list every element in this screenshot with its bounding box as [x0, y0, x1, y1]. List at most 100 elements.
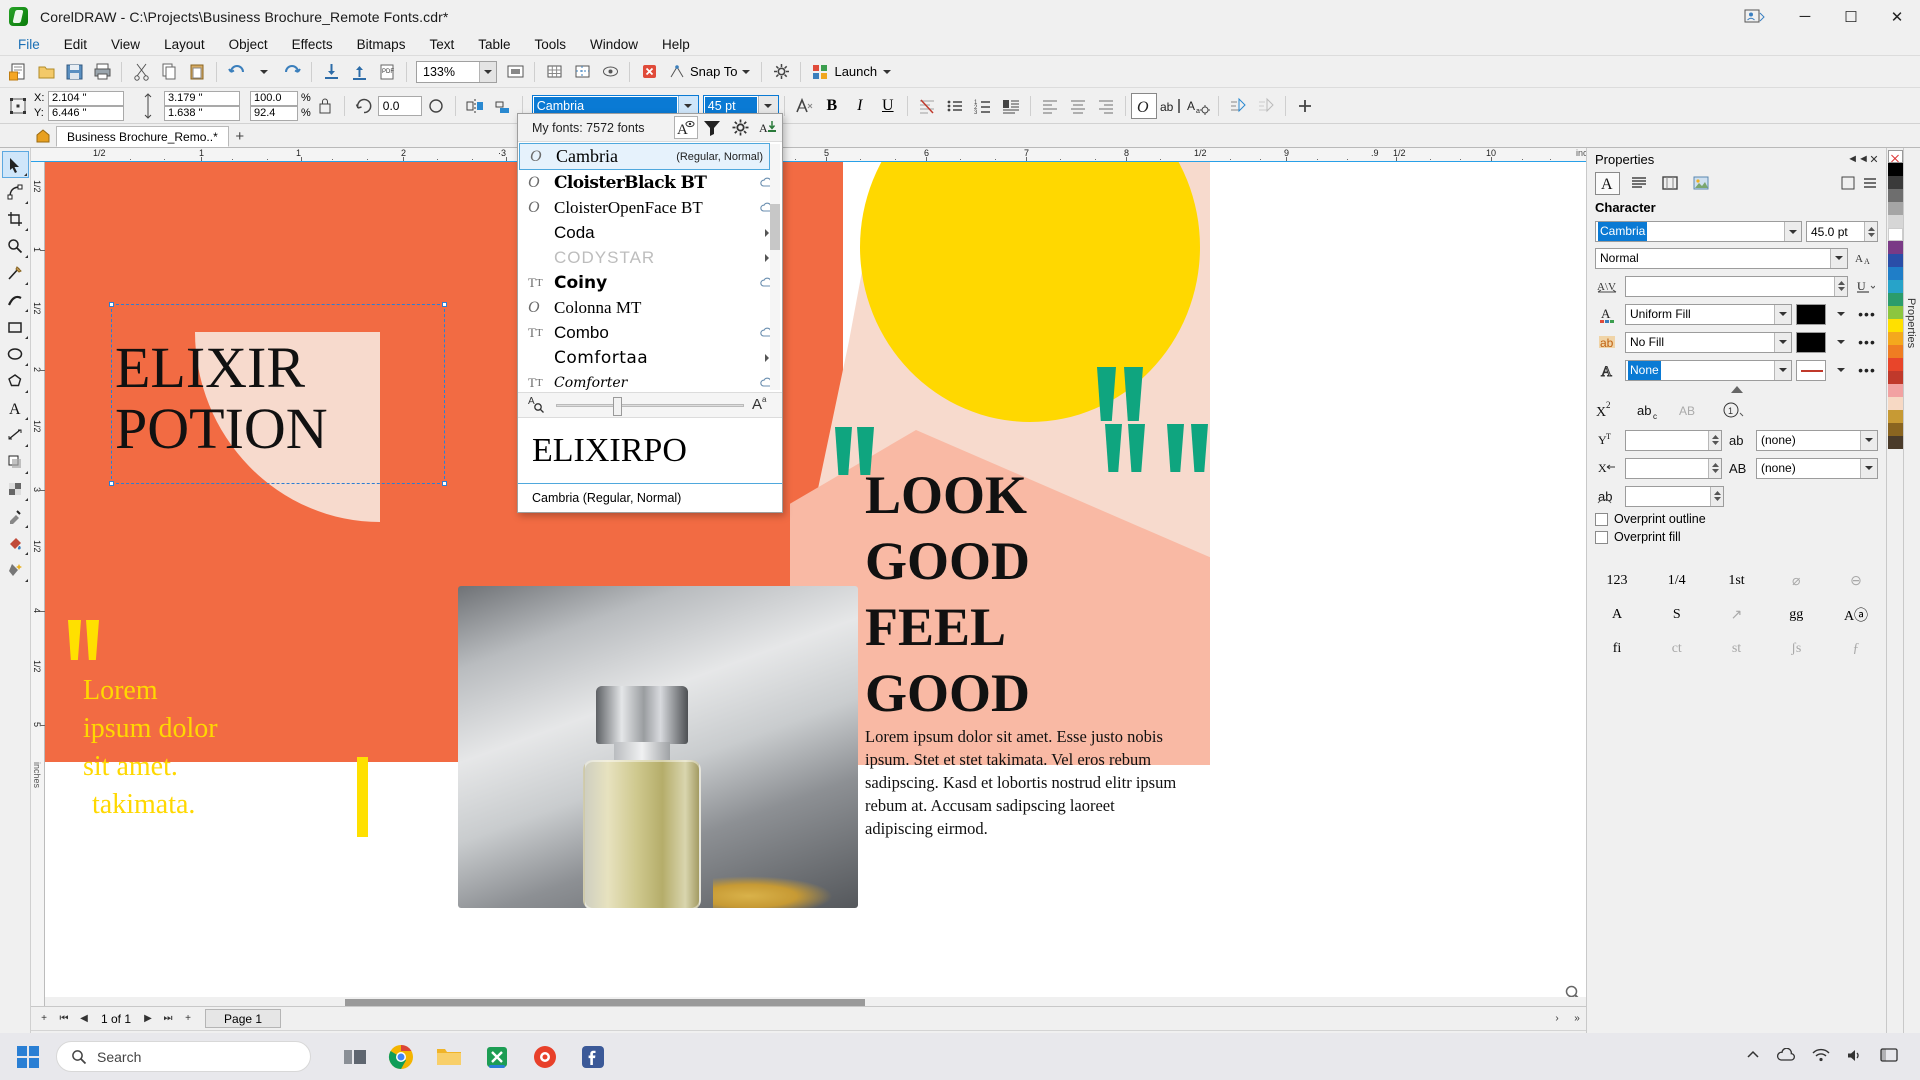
copy-icon[interactable] [155, 58, 183, 86]
superscript-icon[interactable]: X2 [1595, 398, 1621, 422]
volume-icon[interactable] [1846, 1048, 1864, 1066]
palette-cell-peach[interactable] [1887, 397, 1903, 410]
fill-type-arrow[interactable] [1774, 304, 1791, 324]
overprint-fill-row[interactable]: Overprint fill [1587, 528, 1886, 546]
drop-shadow-tool[interactable] [2, 448, 29, 475]
docker-close-icon[interactable]: ✕ [1866, 150, 1882, 168]
overprint-fill-checkbox[interactable] [1595, 530, 1608, 544]
show-grid-icon[interactable] [540, 58, 568, 86]
next-page-button[interactable]: ▶ [139, 1010, 157, 1028]
palette-cell-yellow[interactable] [1887, 319, 1903, 332]
graphics-tab[interactable] [1688, 172, 1713, 195]
background-fill-combo[interactable]: No Fill [1625, 331, 1792, 353]
launch-arrow[interactable] [883, 69, 892, 74]
bold-button[interactable]: B [818, 92, 846, 120]
y-offset-spinner[interactable] [1708, 430, 1721, 450]
font-list-scrollbar-thumb[interactable] [770, 204, 780, 250]
bullet-list-icon[interactable] [941, 92, 969, 120]
palette-cell-brown[interactable] [1887, 423, 1903, 436]
view-rulers-icon[interactable] [596, 58, 624, 86]
all-caps-icon[interactable]: AB [1679, 398, 1705, 422]
font-list-item-coda[interactable]: Coda [518, 220, 782, 245]
object-origin-icon[interactable] [4, 92, 32, 120]
font-size-spinner[interactable] [1864, 222, 1877, 241]
first-page-button[interactable]: ⏮ [55, 1010, 73, 1028]
settings-gear-icon[interactable] [726, 115, 754, 141]
mirror-horizontal-icon[interactable] [461, 92, 489, 120]
ot-standard-ligature[interactable]: fi [1597, 637, 1637, 661]
font-list-scrollbar[interactable] [770, 144, 780, 390]
character-tab[interactable]: A [1595, 171, 1620, 195]
ot-denominator[interactable]: ⊖ [1836, 569, 1876, 593]
excel-icon[interactable] [473, 1045, 521, 1069]
bullet-number-icon[interactable]: 1 [1721, 398, 1747, 422]
menu-layout[interactable]: Layout [152, 33, 217, 56]
text-selection-frame[interactable] [109, 302, 447, 486]
add-toolbar-item-icon[interactable] [1291, 92, 1319, 120]
menu-window[interactable]: Window [578, 33, 650, 56]
yellow-line-4[interactable]: takimata. [83, 786, 218, 824]
palette-no-color[interactable] [1887, 150, 1903, 163]
underline-icon[interactable]: U [1852, 274, 1878, 298]
page-tab-1[interactable]: Page 1 [205, 1009, 282, 1028]
print-icon[interactable] [88, 58, 116, 86]
drop-cap-icon[interactable] [997, 92, 1025, 120]
polygon-tool[interactable] [2, 367, 29, 394]
background-color-chip[interactable] [1796, 331, 1826, 353]
user-account-icon[interactable] [1742, 6, 1768, 28]
taskbar-search-box[interactable]: Search [56, 1041, 311, 1072]
menu-table[interactable]: Table [466, 33, 522, 56]
page-scroll-right-icon[interactable]: › [1548, 1010, 1566, 1028]
font-list-dropdown[interactable]: My fonts: 7572 fonts A A O Cambria (Regu… [517, 113, 783, 513]
font-list-item-cambria[interactable]: O Cambria (Regular, Normal) [519, 143, 770, 170]
close-button[interactable]: ✕ [1874, 0, 1920, 33]
app-icon-red[interactable] [521, 1045, 569, 1069]
overprint-outline-checkbox[interactable] [1595, 512, 1608, 526]
font-list-item-comforter[interactable]: TT Comforter [518, 370, 782, 395]
outline-color-chip[interactable] [1796, 359, 1826, 381]
shape-tool[interactable] [2, 178, 29, 205]
ot-swash[interactable]: ↗ [1717, 603, 1757, 627]
character-rotation-field[interactable] [1625, 485, 1724, 507]
palette-cell-orange[interactable] [1887, 332, 1903, 345]
interactive-fill-tool[interactable] [2, 529, 29, 556]
new-document-tab-button[interactable]: + [229, 126, 251, 147]
docker-expand-icon[interactable]: ◄◄ [1847, 150, 1869, 168]
home-icon[interactable] [30, 125, 56, 147]
italic-button[interactable]: I [846, 92, 874, 120]
font-preview-area[interactable]: ELIXIRPO [518, 418, 782, 484]
palette-cell-darkorange[interactable] [1887, 345, 1903, 358]
character-option-value-1[interactable]: (none) [1757, 431, 1860, 450]
minimize-button[interactable]: ─ [1782, 0, 1828, 33]
new-document-icon[interactable] [4, 58, 32, 86]
y-offset-field[interactable] [1625, 429, 1722, 451]
character-option-combo-1[interactable]: (none) [1756, 429, 1878, 451]
ot-ordinals[interactable]: 1st [1717, 569, 1757, 593]
page-scroll-end-icon[interactable]: » [1568, 1010, 1586, 1028]
text-wrap-none-icon[interactable] [1252, 92, 1280, 120]
text-wrap-icon[interactable] [1224, 92, 1252, 120]
look-good-line-1[interactable]: LOOK [865, 462, 1030, 528]
ot-italic-variant[interactable]: ƒ [1836, 637, 1876, 661]
vertical-ruler[interactable]: 1/2 1 1/2 2 1/2 3 1/2 4 1/2 5 inches [31, 162, 45, 1006]
look-good-line-4[interactable]: GOOD [865, 660, 1030, 726]
font-size-input[interactable]: 45 pt [704, 96, 757, 115]
character-option-value-2[interactable]: (none) [1757, 459, 1860, 478]
maximize-button[interactable]: ☐ [1828, 0, 1874, 33]
outline-value[interactable]: None [1628, 360, 1661, 380]
ot-slashed-zero[interactable]: ⌀ [1776, 569, 1816, 593]
docker-menu-icon[interactable] [1862, 174, 1878, 192]
palette-cell-red[interactable] [1887, 358, 1903, 371]
ot-discretionary-ligature[interactable]: ct [1657, 637, 1697, 661]
menu-tools[interactable]: Tools [523, 33, 579, 56]
height-input[interactable]: 1.638 " [164, 105, 240, 121]
properties-font-size-value[interactable]: 45.0 pt [1807, 225, 1864, 239]
menu-view[interactable]: View [99, 33, 152, 56]
font-style-extra-icon[interactable]: AA [1852, 246, 1878, 270]
windows-start-icon[interactable] [0, 1045, 56, 1068]
character-option-combo-2[interactable]: (none) [1756, 457, 1878, 479]
redo-icon[interactable] [278, 58, 306, 86]
menu-effects[interactable]: Effects [280, 33, 345, 56]
font-list-item-colonnamt[interactable]: O Colonna MT [518, 295, 782, 320]
smart-fill-tool[interactable] [2, 556, 29, 583]
